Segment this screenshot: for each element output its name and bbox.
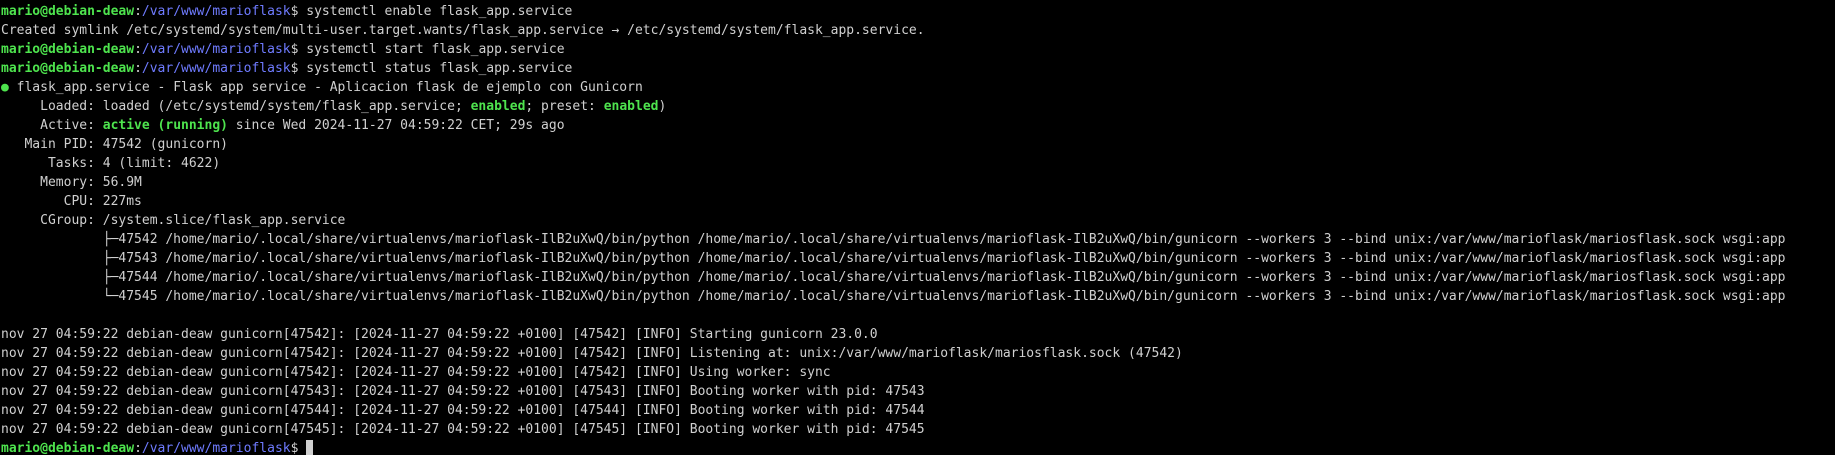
status-loaded-line: Loaded: loaded (/etc/systemd/system/flas…: [1, 97, 1835, 116]
loaded-pre: loaded (/etc/systemd/system/flask_app.se…: [102, 99, 471, 114]
log-line: nov 27 04:59:22 debian-deaw gunicorn[475…: [1, 327, 878, 342]
terminal-window[interactable]: mario@debian-deaw:/var/www/marioflask$ s…: [0, 0, 1835, 455]
prompt-line: mario@debian-deaw:/var/www/marioflask$ s…: [1, 40, 1835, 59]
status-dot-icon: ●: [1, 80, 9, 95]
status-active-line: Active: active (running) since Wed 2024-…: [1, 116, 1835, 135]
prompt-line: mario@debian-deaw:/var/www/marioflask$ s…: [1, 59, 1835, 78]
loaded-preset: enabled: [603, 99, 659, 114]
status-memory-line: Memory: 56.9M: [1, 175, 142, 190]
status-mainpid-line: Main PID: 47542 (gunicorn): [1, 137, 228, 152]
command-text: systemctl status flask_app.service: [306, 61, 573, 76]
log-line: nov 27 04:59:22 debian-deaw gunicorn[475…: [1, 365, 831, 380]
loaded-enabled: enabled: [470, 99, 526, 114]
status-header-line: ● flask_app.service - Flask app service …: [1, 78, 1835, 97]
prompt-line[interactable]: mario@debian-deaw:/var/www/marioflask$: [1, 439, 1835, 455]
loaded-label: Loaded:: [1, 99, 103, 114]
log-line: nov 27 04:59:22 debian-deaw gunicorn[475…: [1, 384, 925, 399]
log-line: nov 27 04:59:22 debian-deaw gunicorn[475…: [1, 422, 925, 437]
loaded-mid: ; preset:: [525, 99, 604, 114]
status-tasks-line: Tasks: 4 (limit: 4622): [1, 156, 221, 171]
prompt-colon: :: [134, 61, 142, 76]
log-line: nov 27 04:59:22 debian-deaw gunicorn[475…: [1, 403, 925, 418]
prompt-path: /var/www/marioflask: [141, 42, 291, 57]
prompt-dollar: $: [290, 42, 307, 57]
prompt-path: /var/www/marioflask: [141, 61, 291, 76]
output-line: Created symlink /etc/systemd/system/mult…: [1, 23, 925, 38]
prompt-path: /var/www/marioflask: [141, 441, 291, 455]
process-line: └─47545 /home/mario/.local/share/virtual…: [1, 289, 1786, 304]
prompt-dollar: $: [290, 441, 307, 455]
prompt-colon: :: [134, 441, 142, 455]
command-text: systemctl start flask_app.service: [306, 42, 565, 57]
active-label: Active:: [1, 118, 103, 133]
prompt-line: mario@debian-deaw:/var/www/marioflask$ s…: [1, 2, 1835, 21]
prompt-user-host: mario@debian-deaw: [1, 61, 135, 76]
prompt-dollar: $: [290, 4, 307, 19]
process-line: ├─47543 /home/mario/.local/share/virtual…: [1, 251, 1786, 266]
prompt-path: /var/www/marioflask: [141, 4, 291, 19]
prompt-colon: :: [134, 42, 142, 57]
active-rest: since Wed 2024-11-27 04:59:22 CET; 29s a…: [227, 118, 565, 133]
process-line: ├─47544 /home/mario/.local/share/virtual…: [1, 270, 1786, 285]
command-text: systemctl enable flask_app.service: [306, 4, 573, 19]
status-header: flask_app.service - Flask app service - …: [8, 80, 643, 95]
status-cgroup-line: CGroup: /system.slice/flask_app.service: [1, 213, 346, 228]
prompt-dollar: $: [290, 61, 307, 76]
prompt-colon: :: [134, 4, 142, 19]
prompt-user-host: mario@debian-deaw: [1, 4, 135, 19]
text-cursor[interactable]: [306, 440, 314, 455]
status-cpu-line: CPU: 227ms: [1, 194, 142, 209]
process-line: ├─47542 /home/mario/.local/share/virtual…: [1, 232, 1786, 247]
prompt-user-host: mario@debian-deaw: [1, 42, 135, 57]
active-state: active (running): [102, 118, 228, 133]
log-line: nov 27 04:59:22 debian-deaw gunicorn[475…: [1, 346, 1183, 361]
loaded-post: ): [658, 99, 667, 114]
prompt-user-host: mario@debian-deaw: [1, 441, 135, 455]
